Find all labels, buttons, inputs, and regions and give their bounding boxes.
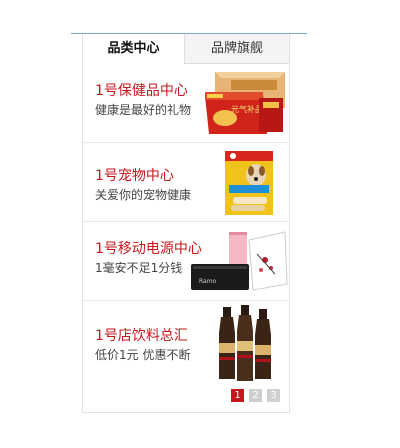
item-subtitle: 低价1元 优惠不断 (95, 348, 191, 362)
list-item-beverages[interactable]: 1号店饮料总汇 低价1元 优惠不断 1 2 3 (83, 301, 289, 412)
coffee-bottles-image[interactable] (215, 305, 275, 383)
list-item-powerbank[interactable]: 1号移动电源中心 1毫安不足1分钱 Ramo (83, 222, 289, 301)
power-bank-image[interactable]: Ramo (189, 228, 289, 298)
item-subtitle: 关爱你的宠物健康 (95, 188, 192, 202)
item-title[interactable]: 1号移动电源中心 (95, 238, 202, 258)
page-3-button[interactable]: 3 (267, 389, 280, 402)
item-subtitle: 健康是最好的礼物 (95, 103, 192, 117)
dog-treat-package-image[interactable] (223, 149, 275, 217)
page-1-button[interactable]: 1 (231, 389, 244, 402)
tab-category-center[interactable]: 品类中心 (83, 34, 184, 64)
item-title[interactable]: 1号宠物中心 (95, 165, 174, 185)
tab-bar: 品类中心 品牌旗舰 (83, 34, 289, 64)
item-title[interactable]: 1号店饮料总汇 (95, 325, 188, 345)
tab-brand-flagship[interactable]: 品牌旗舰 (184, 34, 289, 64)
list-item-health[interactable]: 1号保健品中心 健康是最好的礼物 元气补品 (83, 64, 289, 143)
device-brand-text: Ramo (199, 278, 217, 285)
health-gift-boxes-image[interactable]: 元气补品 (201, 68, 287, 136)
page-2-button[interactable]: 2 (249, 389, 262, 402)
item-title[interactable]: 1号保健品中心 (95, 80, 188, 100)
box-label-text: 元气补品 (231, 104, 263, 114)
item-subtitle: 1毫安不足1分钱 (95, 261, 183, 275)
list-item-pet[interactable]: 1号宠物中心 关爱你的宠物健康 (83, 143, 289, 222)
category-widget: 品类中心 品牌旗舰 1号保健品中心 健康是最好的礼物 元气补品 1号宠物中心 关… (82, 34, 290, 413)
